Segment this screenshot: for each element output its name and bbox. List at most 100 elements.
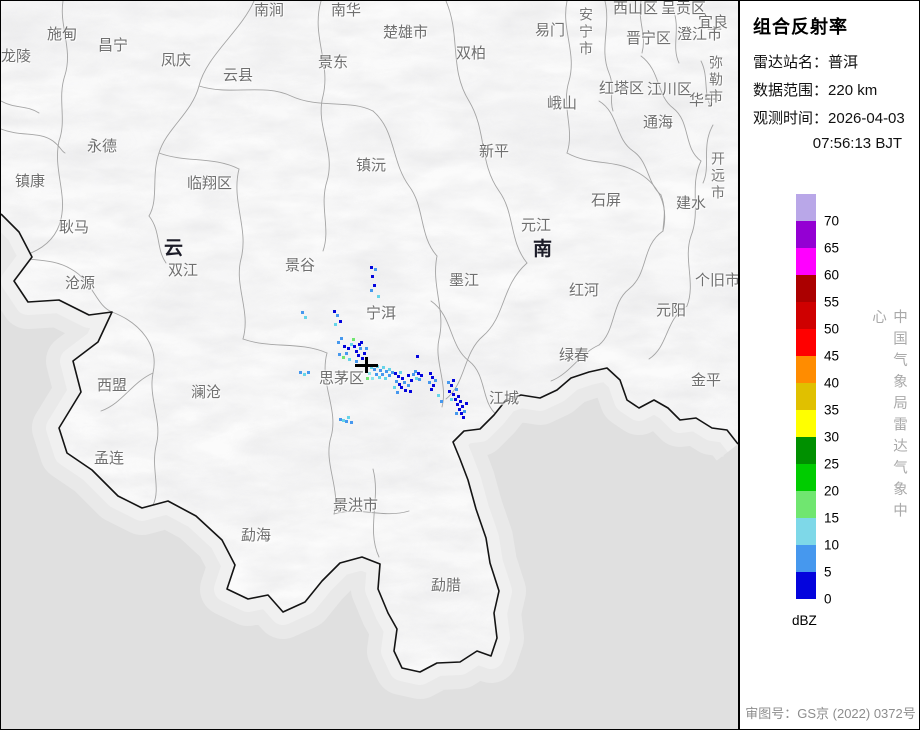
radar-echo-dot	[462, 416, 465, 419]
radar-echo-dot	[381, 373, 384, 376]
radar-echo-dot	[304, 316, 307, 319]
colorbar-tick-label: 55	[824, 295, 839, 309]
radar-echo-dot	[363, 352, 366, 355]
colorbar-segment	[796, 572, 816, 599]
colorbar-tick-label: 0	[824, 592, 832, 606]
radar-echo-dot	[418, 378, 421, 381]
radar-echo-dot	[401, 377, 404, 380]
radar-echo-dot	[352, 338, 355, 341]
colorbar-segment	[796, 248, 816, 275]
radar-echo-dot	[407, 374, 410, 377]
radar-echo-dot	[452, 379, 455, 382]
data-range-value: 220 km	[828, 82, 877, 99]
colorbar-segment	[796, 356, 816, 383]
radar-echo-dot	[393, 386, 396, 389]
radar-echo-dot	[463, 410, 466, 413]
radar-echo-dot	[338, 353, 341, 356]
radar-echo-dot	[403, 381, 406, 384]
radar-echo-dot	[370, 289, 373, 292]
radar-echo-dot	[366, 377, 369, 380]
radar-echo-dot	[384, 377, 387, 380]
radar-echo-dot	[404, 389, 407, 392]
radar-echo-dot	[457, 395, 460, 398]
radar-echo-dot	[454, 398, 457, 401]
province-name-label: 南	[533, 240, 554, 259]
colorbar-tick-label: 30	[824, 430, 839, 444]
radar-echo-dot	[303, 373, 306, 376]
radar-echo-dot	[461, 405, 464, 408]
radar-echo-dot	[359, 347, 362, 350]
radar-echo-dot	[407, 384, 410, 387]
radar-viewer-window: 龙陵施甸昌宁凤庆云县南涧南华楚雄市双柏景东易门西山区呈贡区晋宁区澄江市宜良峨山红…	[0, 0, 920, 730]
product-title: 组合反射率	[753, 13, 909, 39]
radar-map: 龙陵施甸昌宁凤庆云县南涧南华楚雄市双柏景东易门西山区呈贡区晋宁区澄江市宜良峨山红…	[1, 1, 738, 729]
colorbar-segment	[796, 302, 816, 329]
colorbar-segment	[796, 518, 816, 545]
radar-echo-dot	[361, 357, 364, 360]
radar-echo-dot	[388, 374, 391, 377]
radar-echo-dot	[343, 345, 346, 348]
radar-echo-dot	[371, 275, 374, 278]
colorbar-tick-label: 35	[824, 403, 839, 417]
radar-echo-dot	[301, 311, 304, 314]
radar-echo-dot	[455, 412, 458, 415]
radar-echo-dot	[334, 323, 337, 326]
radar-echo-dot	[299, 371, 302, 374]
radar-echo-dot	[350, 421, 353, 424]
province-name-label: 云	[164, 239, 185, 258]
info-panel: 组合反射率 雷达站名：普洱 数据范围：220 km 观测时间：2026-04-0…	[738, 1, 920, 729]
radar-echo-dot	[377, 295, 380, 298]
colorbar-tick-label: 40	[824, 376, 839, 390]
radar-echo-dot	[455, 388, 458, 391]
radar-echo-dot	[355, 350, 358, 353]
radar-echo-dot	[459, 400, 462, 403]
radar-echo-dot	[416, 355, 419, 358]
radar-echo-dot	[409, 390, 412, 393]
radar-echo-dot	[340, 337, 343, 340]
radar-echo-dot	[339, 320, 342, 323]
colorbar-tick-label: 50	[824, 322, 839, 336]
radar-echo-dot	[371, 377, 374, 380]
radar-echo-dot	[450, 398, 453, 401]
radar-echo-dot	[345, 420, 348, 423]
radar-echo-dot	[458, 408, 461, 411]
radar-echo-dot	[345, 352, 348, 355]
radar-echo-dot	[440, 400, 443, 403]
colorbar-segment	[796, 410, 816, 437]
radar-echo-dot	[378, 376, 381, 379]
data-range-label: 数据范围：	[753, 82, 828, 99]
colorbar-segment	[796, 437, 816, 464]
colorbar-tick-label: 60	[824, 268, 839, 282]
agency-watermark: 中国气象局雷达气象中心	[868, 309, 910, 539]
radar-echo-dot	[432, 384, 435, 387]
colorbar-tick-label: 10	[824, 538, 839, 552]
panel-header: 组合反射率 雷达站名：普洱 数据范围：220 km 观测时间：2026-04-0…	[740, 1, 920, 152]
radar-echo-dot	[336, 314, 339, 317]
radar-echo-dot	[452, 393, 455, 396]
radar-echo-dot	[357, 354, 360, 357]
dbz-unit-label: dBZ	[792, 613, 817, 628]
radar-echo-dot	[373, 368, 376, 371]
radar-echo-dot	[307, 371, 310, 374]
station-name-value: 普洱	[828, 54, 858, 71]
radar-echo-dot	[368, 372, 371, 375]
radar-echo-dot	[429, 372, 432, 375]
colorbar-segment	[796, 221, 816, 248]
radar-echo-dot	[348, 358, 351, 361]
colorbar-segment	[796, 383, 816, 410]
radar-echo-dot	[347, 347, 350, 350]
radar-echo-dot	[410, 379, 413, 382]
radar-echo-dot	[370, 266, 373, 269]
radar-echo-dot	[396, 391, 399, 394]
colorbar-tick-label: 70	[824, 214, 839, 228]
colorbar-segment	[796, 464, 816, 491]
radar-echo-dot	[430, 388, 433, 391]
colorbar-segment	[796, 329, 816, 356]
colorbar-segment	[796, 491, 816, 518]
radar-echo-dot	[448, 390, 451, 393]
radar-echo-dot	[365, 347, 368, 350]
radar-echo-dot	[412, 373, 415, 376]
obs-clock-value: 07:56:13 BJT	[753, 135, 909, 152]
colorbar-tick-label: 5	[824, 565, 832, 579]
radar-echo-dot	[337, 341, 340, 344]
